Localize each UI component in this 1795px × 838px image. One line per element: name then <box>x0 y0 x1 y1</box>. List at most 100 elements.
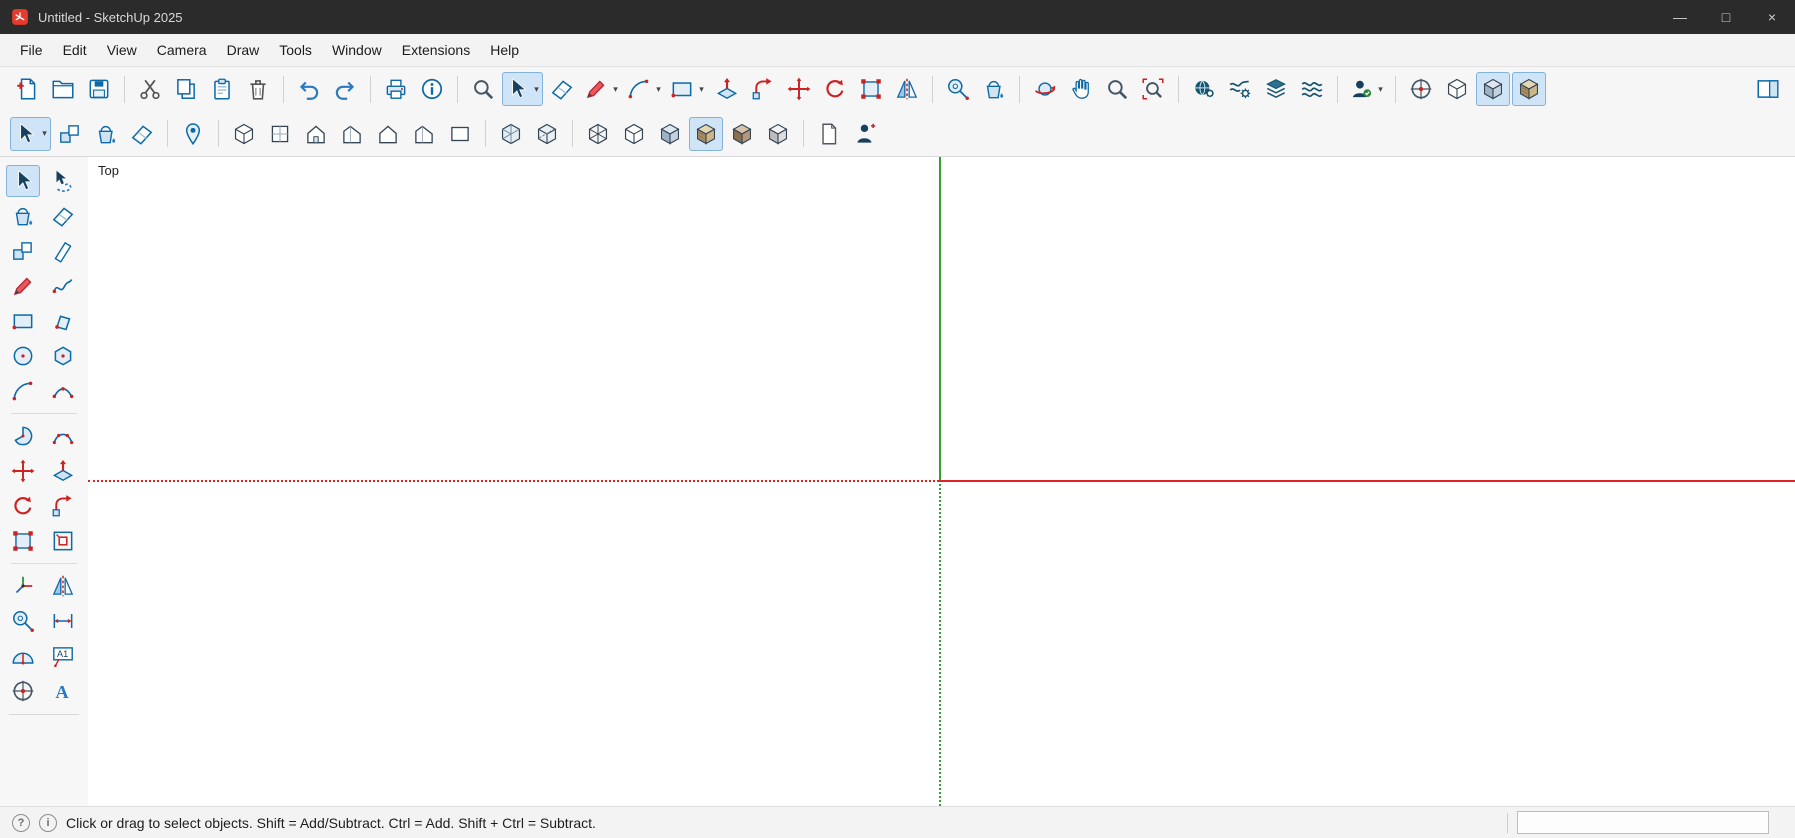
select-tool[interactable] <box>6 165 40 197</box>
panels-toggle-button[interactable] <box>1751 72 1785 106</box>
view-cube-button-3[interactable] <box>1512 72 1546 106</box>
stamp-tool[interactable] <box>46 235 80 267</box>
save-button[interactable] <box>82 72 116 106</box>
scale-tool[interactable] <box>6 525 40 557</box>
maximize-button[interactable]: □ <box>1703 0 1749 34</box>
sandbox-tools-button[interactable] <box>1295 72 1329 106</box>
shaded-style-button[interactable] <box>653 117 687 151</box>
zoom-extents-button[interactable] <box>1136 72 1170 106</box>
paste-button[interactable] <box>205 72 239 106</box>
circle-tool[interactable] <box>6 340 40 372</box>
make-component-button[interactable] <box>53 117 87 151</box>
menu-help[interactable]: Help <box>480 37 529 63</box>
dropdown-chevron-icon[interactable]: ▾ <box>611 84 620 95</box>
arc-tool[interactable] <box>6 375 40 407</box>
monochrome-style-button[interactable] <box>761 117 795 151</box>
eraser-button-2[interactable] <box>125 117 159 151</box>
rotate-tool[interactable] <box>6 490 40 522</box>
paint-bucket-button[interactable] <box>977 72 1011 106</box>
dropdown-chevron-icon[interactable]: ▾ <box>654 84 663 95</box>
model-info-button[interactable] <box>415 72 449 106</box>
dropdown-chevron-icon[interactable]: ▾ <box>1376 84 1385 95</box>
scale-figure-button[interactable] <box>848 117 882 151</box>
rotate-tool-button[interactable] <box>818 72 852 106</box>
pie-tool[interactable] <box>6 420 40 452</box>
3d-warehouse-button[interactable] <box>1187 72 1221 106</box>
line-tool[interactable] <box>6 270 40 302</box>
drawing-canvas[interactable]: Top <box>88 157 1795 806</box>
protractor-tool[interactable] <box>6 640 40 672</box>
zoom-tool-button[interactable] <box>1100 72 1134 106</box>
orbit-tool-button[interactable] <box>1028 72 1062 106</box>
menu-draw[interactable]: Draw <box>217 37 270 63</box>
xray-mode-button[interactable] <box>494 117 528 151</box>
menu-file[interactable]: File <box>10 37 53 63</box>
dimension-tool[interactable] <box>46 605 80 637</box>
move-tool-button[interactable] <box>782 72 816 106</box>
flip-tool[interactable] <box>46 570 80 602</box>
position-camera-tool[interactable] <box>6 675 40 707</box>
add-location-button[interactable] <box>176 117 210 151</box>
new-button[interactable] <box>10 72 44 106</box>
eraser-tool[interactable] <box>46 200 80 232</box>
paint-bucket-button-2[interactable] <box>89 117 123 151</box>
send-to-layout-button[interactable] <box>1259 72 1293 106</box>
freehand-tool[interactable] <box>46 270 80 302</box>
photo-textures-style-button[interactable] <box>725 117 759 151</box>
lasso-select-tool[interactable] <box>46 165 80 197</box>
menu-extensions[interactable]: Extensions <box>392 37 480 63</box>
menu-window[interactable]: Window <box>322 37 392 63</box>
text-tool[interactable] <box>46 640 80 672</box>
blank-document-button[interactable] <box>812 117 846 151</box>
push-pull-button[interactable] <box>710 72 744 106</box>
extension-warehouse-button[interactable] <box>1223 72 1257 106</box>
select-tool-button[interactable]: ▾ <box>502 72 543 106</box>
copy-button[interactable] <box>169 72 203 106</box>
view-plan-button[interactable] <box>443 117 477 151</box>
position-camera-button[interactable] <box>1404 72 1438 106</box>
minimize-button[interactable]: — <box>1657 0 1703 34</box>
rectangle-tool[interactable] <box>6 305 40 337</box>
sign-in-button[interactable]: ▾ <box>1346 72 1387 106</box>
arc-tool-button[interactable]: ▾ <box>624 72 665 106</box>
two-point-arc-tool[interactable] <box>46 375 80 407</box>
view-back-button[interactable] <box>371 117 405 151</box>
menu-edit[interactable]: Edit <box>53 37 97 63</box>
select-tool-button-2[interactable]: ▾ <box>10 117 51 151</box>
search-button[interactable] <box>466 72 500 106</box>
follow-me-tool[interactable] <box>46 490 80 522</box>
cut-button[interactable] <box>133 72 167 106</box>
push-pull-tool[interactable] <box>46 455 80 487</box>
menu-tools[interactable]: Tools <box>269 37 322 63</box>
axes-tool[interactable] <box>6 570 40 602</box>
credits-info-icon[interactable]: i <box>39 814 57 832</box>
view-top-button[interactable] <box>263 117 297 151</box>
tape-measure-tool[interactable] <box>6 605 40 637</box>
3d-text-tool[interactable] <box>46 675 80 707</box>
measurements-input[interactable] <box>1517 811 1769 834</box>
wireframe-style-button[interactable] <box>581 117 615 151</box>
back-edges-button[interactable] <box>530 117 564 151</box>
open-button[interactable] <box>46 72 80 106</box>
view-front-button[interactable] <box>299 117 333 151</box>
undo-button[interactable] <box>292 72 326 106</box>
view-left-button[interactable] <box>407 117 441 151</box>
scale-tool-button[interactable] <box>854 72 888 106</box>
dropdown-chevron-icon[interactable]: ▾ <box>40 128 49 139</box>
move-tool[interactable] <box>6 455 40 487</box>
follow-me-button[interactable] <box>746 72 780 106</box>
view-cube-button-2[interactable] <box>1476 72 1510 106</box>
close-button[interactable]: × <box>1749 0 1795 34</box>
three-point-arc-tool[interactable] <box>46 420 80 452</box>
polygon-tool[interactable] <box>46 340 80 372</box>
offset-tool[interactable] <box>46 525 80 557</box>
menu-view[interactable]: View <box>97 37 147 63</box>
shapes-tool-button[interactable]: ▾ <box>667 72 708 106</box>
menu-camera[interactable]: Camera <box>147 37 217 63</box>
print-button[interactable] <box>379 72 413 106</box>
eraser-tool-button[interactable] <box>545 72 579 106</box>
line-tool-button[interactable]: ▾ <box>581 72 622 106</box>
view-iso-button[interactable] <box>227 117 261 151</box>
dropdown-chevron-icon[interactable]: ▾ <box>532 84 541 95</box>
make-component-tool[interactable] <box>6 235 40 267</box>
